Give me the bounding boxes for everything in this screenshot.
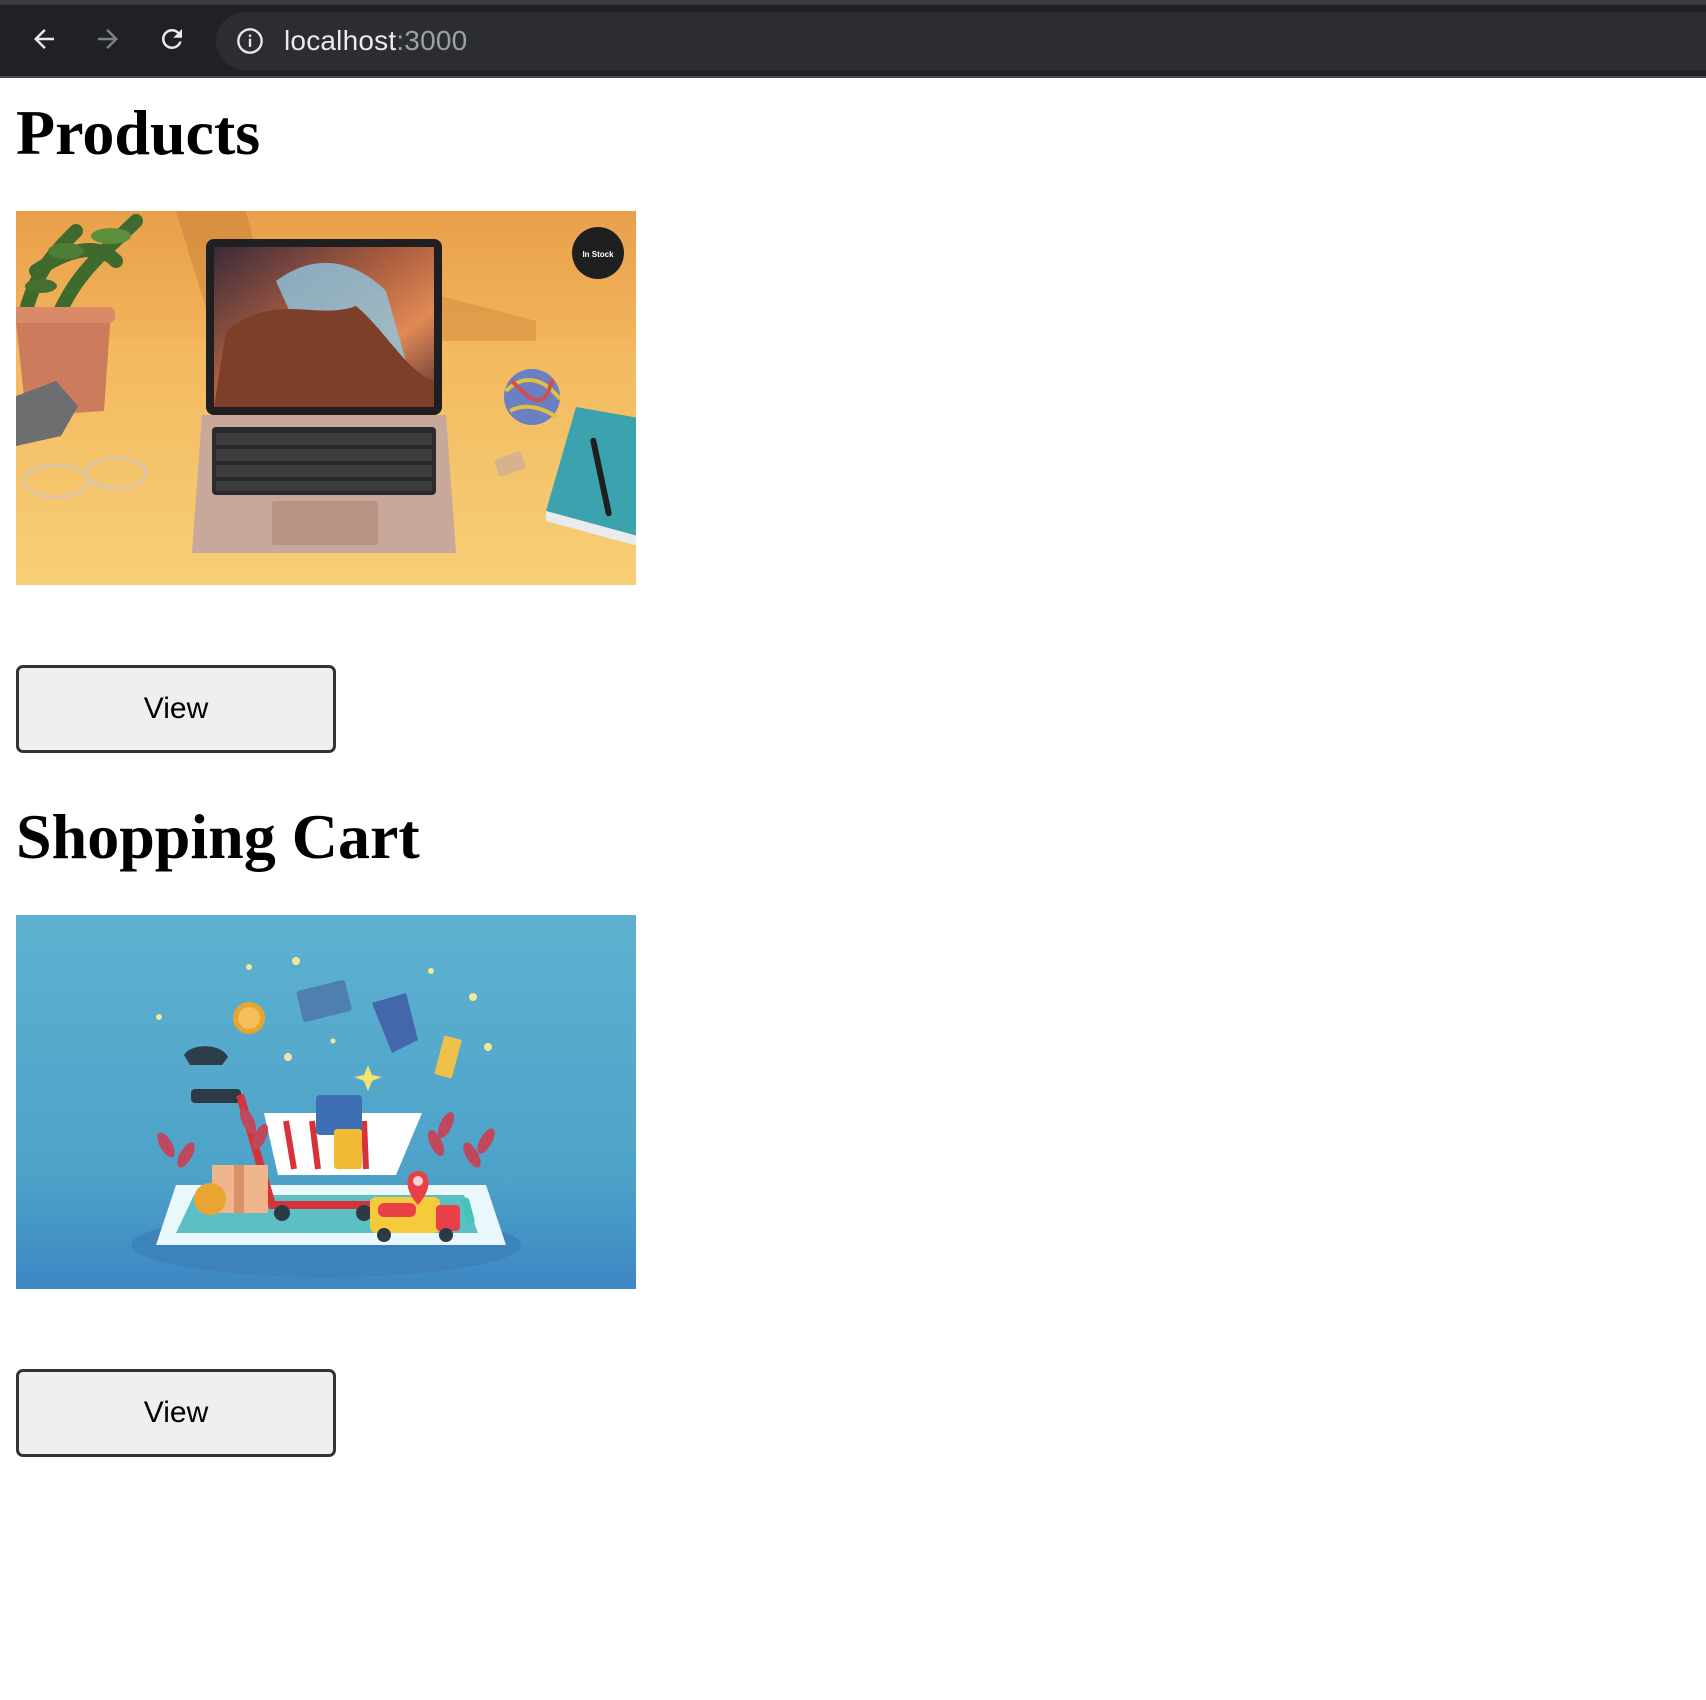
info-icon[interactable] [236, 27, 264, 55]
reload-icon[interactable] [150, 17, 194, 61]
in-stock-badge-text: In Stock [582, 250, 614, 259]
url-host: localhost [284, 25, 397, 56]
shopping-cart-view-button[interactable]: View [16, 1369, 336, 1457]
back-arrow-icon[interactable] [22, 17, 66, 61]
url-port: :3000 [396, 25, 468, 56]
forward-arrow-icon[interactable] [86, 17, 130, 61]
address-bar[interactable]: localhost:3000 [216, 12, 1706, 70]
products-heading: Products [16, 97, 261, 168]
products-image: In Stock [16, 211, 636, 585]
products-view-button[interactable]: View [16, 665, 336, 753]
shopping-cart-image [16, 915, 636, 1289]
browser-toolbar: localhost:3000 [0, 0, 1706, 78]
url-text[interactable]: localhost:3000 [284, 25, 467, 57]
shopping-cart-heading: Shopping Cart [16, 801, 420, 872]
